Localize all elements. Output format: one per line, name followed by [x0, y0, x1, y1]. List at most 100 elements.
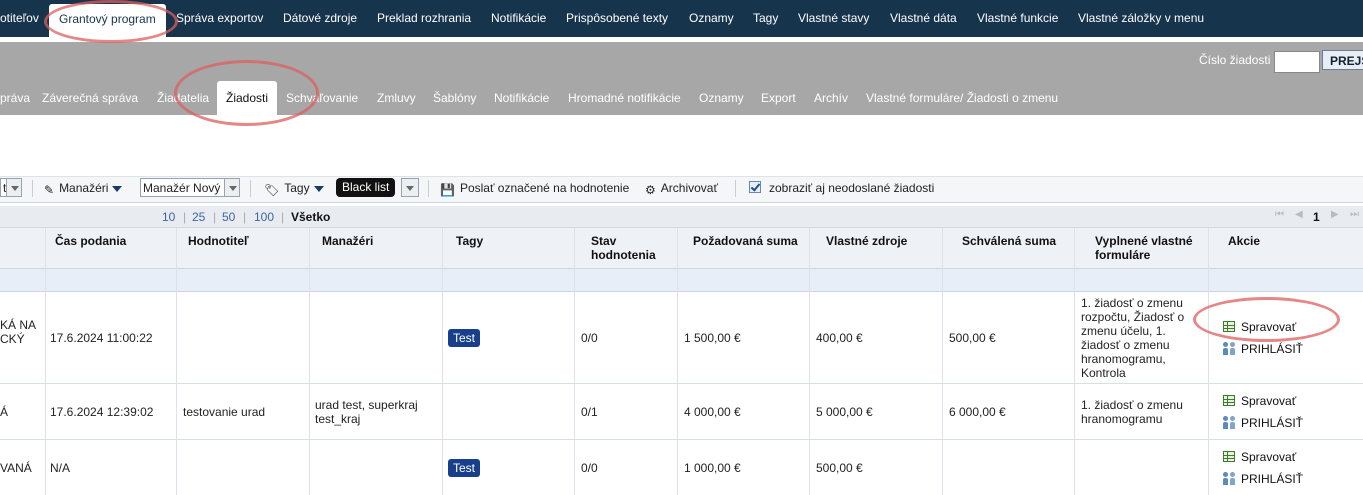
column-divider — [442, 228, 443, 495]
pager-separator: | — [243, 210, 247, 224]
login-link[interactable]: PRIHLÁSIŤ — [1223, 342, 1303, 356]
column-divider — [574, 228, 575, 495]
tags-menu[interactable]: 🏷 Tagy — [264, 181, 324, 197]
send-for-rating-button[interactable]: 💾 Poslať označené na hodnotenie — [440, 181, 629, 197]
sub-nav-item-notifications[interactable]: Notifikácie — [494, 91, 549, 105]
prev-page-icon[interactable]: ◀ — [1295, 209, 1303, 220]
users-icon — [1223, 416, 1236, 429]
sub-nav-item-export[interactable]: Export — [761, 91, 796, 105]
column-header-requested-amount[interactable]: Požadovaná suma — [693, 234, 798, 248]
pager-separator: | — [183, 210, 187, 224]
manage-label: Spravovať — [1241, 450, 1297, 464]
column-divider — [45, 228, 46, 495]
column-header-approved-amount[interactable]: Schválená suma — [962, 234, 1056, 248]
top-nav-item-notifications[interactable]: Notifikácie — [491, 0, 546, 37]
pager-separator: | — [281, 210, 285, 224]
own-resources: 400,00 € — [816, 331, 863, 345]
manage-link[interactable]: Spravovať — [1223, 394, 1296, 408]
column-header-tags[interactable]: Tagy — [456, 234, 483, 248]
top-nav-item-data-sources[interactable]: Dátové zdroje — [283, 0, 357, 37]
applicant-name: VANÁ — [0, 461, 32, 475]
top-nav-item-custom-tabs[interactable]: Vlastné záložky v menu — [1078, 0, 1204, 37]
login-label: PRIHLÁSIŤ — [1241, 342, 1304, 356]
manager-select[interactable]: Manažér Nový — [140, 178, 226, 197]
login-label: PRIHLÁSIŤ — [1241, 416, 1304, 430]
top-nav-item-raters[interactable]: otiteľov — [0, 0, 39, 37]
last-page-icon[interactable]: ⏭ — [1350, 209, 1359, 220]
top-nav-item-custom-data[interactable]: Vlastné dáta — [890, 0, 957, 37]
sub-nav-item-archive[interactable]: Archív — [814, 91, 848, 105]
request-number-input[interactable] — [1274, 51, 1320, 73]
column-divider — [309, 228, 310, 495]
top-nav-item-announcements[interactable]: Oznamy — [689, 0, 734, 37]
sub-nav-item-applications[interactable]: Žiadosti — [217, 81, 278, 115]
sub-nav-item-applicants[interactable]: Žiadatelia — [157, 91, 209, 105]
manager-select-arrow[interactable] — [224, 178, 240, 197]
rating-status: 0/0 — [581, 331, 598, 345]
top-nav-item-tags[interactable]: Tagy — [753, 0, 778, 37]
first-page-icon[interactable]: ⏮ — [1275, 209, 1284, 220]
custom-forms: 1. žiadosť o zmenu hranomogramu — [1081, 398, 1183, 426]
sub-nav-item-bulk-notifications[interactable]: Hromadné notifikácie — [568, 91, 681, 105]
login-link[interactable]: PRIHLÁSIŤ — [1223, 472, 1303, 486]
pager-separator: | — [213, 210, 217, 224]
manage-link[interactable]: Spravovať — [1223, 450, 1296, 464]
sub-nav-item-announcements[interactable]: Oznamy — [699, 91, 744, 105]
filter-row — [0, 269, 1363, 292]
go-button[interactable]: PREJS — [1322, 50, 1363, 70]
requested-amount: 4 000,00 € — [684, 405, 741, 419]
column-header-custom-forms[interactable]: Vyplnené vlastné formuláre — [1095, 234, 1215, 262]
page-size-100[interactable]: 100 — [254, 210, 274, 224]
sub-nav-item-templates[interactable]: Šablóny — [433, 91, 476, 105]
top-nav-item-grant-program[interactable]: Grantový program — [49, 4, 166, 37]
managers-label: Manažéri — [59, 181, 109, 195]
top-nav-item-custom-states[interactable]: Vlastné stavy — [798, 0, 869, 37]
column-divider — [1074, 228, 1075, 495]
tag-badge[interactable]: Test — [448, 329, 481, 347]
own-resources: 500,00 € — [816, 461, 863, 475]
show-unsent-checkbox[interactable] — [749, 181, 761, 193]
column-divider — [809, 228, 810, 495]
archive-button[interactable]: ⚙ Archivovať — [645, 181, 718, 197]
managers-menu[interactable]: ✎ Manažéri — [44, 181, 123, 197]
column-divider — [1208, 228, 1209, 495]
table-icon — [1223, 451, 1235, 462]
page-size-25[interactable]: 25 — [192, 210, 205, 224]
current-page: 1 — [1313, 210, 1320, 224]
sub-nav-item-custom-forms[interactable]: Vlastné formuláre/ Žiadosti o zmenu — [866, 91, 1058, 105]
sub-nav-item-contracts[interactable]: Zmluvy — [377, 91, 416, 105]
column-header-rater[interactable]: Hodnotiteľ — [188, 234, 249, 248]
page-size-10[interactable]: 10 — [162, 210, 175, 224]
manage-label: Spravovať — [1241, 320, 1297, 334]
page-size-all[interactable]: Všetko — [291, 210, 330, 224]
tag-badge[interactable]: Test — [448, 459, 481, 477]
applicant-name: KÁ NA CKÝ — [0, 318, 36, 346]
login-link[interactable]: PRIHLÁSIŤ — [1223, 416, 1303, 430]
own-resources: 5 000,00 € — [816, 405, 873, 419]
tags-label: Tagy — [284, 181, 310, 195]
sub-nav-item-final-report[interactable]: Záverečná správa — [42, 91, 138, 105]
sub-nav-item-approval[interactable]: Schvaľovanie — [286, 91, 358, 105]
request-number-label: Číslo žiadosti — [1199, 53, 1271, 67]
manage-link[interactable]: Spravovať — [1223, 320, 1296, 334]
column-header-rating-status[interactable]: Stav hodnotenia — [591, 234, 671, 262]
top-nav-item-custom-texts[interactable]: Prispôsobené texty — [566, 0, 668, 37]
table-icon — [1223, 321, 1235, 332]
column-header-submission-time[interactable]: Čas podania — [55, 234, 126, 248]
partial-select-arrow[interactable] — [6, 178, 22, 197]
tag-select-arrow[interactable] — [401, 178, 419, 197]
approved-amount: 500,00 € — [949, 331, 996, 345]
tag-select[interactable]: Black list — [336, 178, 396, 197]
top-nav-item-export-management[interactable]: Správa exportov — [176, 0, 263, 37]
column-header-managers[interactable]: Manažéri — [322, 234, 373, 248]
table-row — [0, 440, 1363, 495]
top-nav-item-custom-functions[interactable]: Vlastné funkcie — [977, 0, 1058, 37]
rater: testovanie urad — [183, 405, 266, 419]
column-header-own-resources[interactable]: Vlastné zdroje — [826, 234, 907, 248]
page-size-50[interactable]: 50 — [222, 210, 235, 224]
next-page-icon[interactable]: ▶ — [1331, 209, 1339, 220]
managers-icon: ✎ — [44, 183, 55, 197]
sub-nav-item-report[interactable]: práva — [0, 91, 30, 105]
top-nav-item-translation[interactable]: Preklad rozhrania — [377, 0, 471, 37]
custom-forms: 1. žiadosť o zmenu rozpočtu, Žiadosť o z… — [1081, 296, 1185, 380]
